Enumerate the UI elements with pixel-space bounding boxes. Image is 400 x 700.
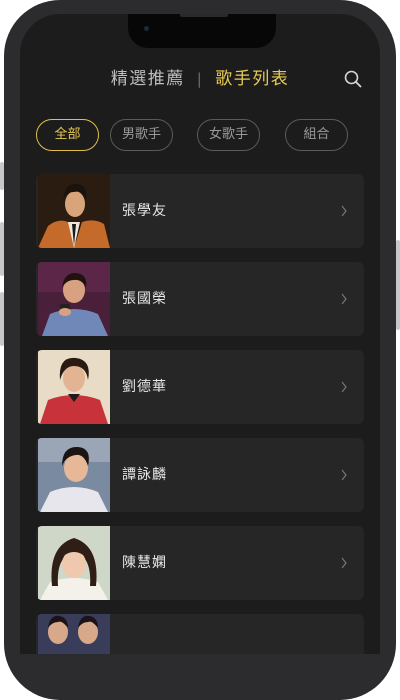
volume-up-button <box>0 222 4 276</box>
artist-name: 譚詠麟 <box>122 467 167 483</box>
artist-name: 劉德華 <box>122 379 167 395</box>
artist-photo <box>38 350 110 424</box>
artist-name: 陳慧嫻 <box>122 555 167 571</box>
artist-photo <box>38 174 110 248</box>
front-camera <box>144 26 149 31</box>
artist-row[interactable]: 張學友 <box>36 174 364 248</box>
artist-row[interactable]: 張國榮 <box>36 262 364 336</box>
chevron-right-icon <box>341 293 347 305</box>
notch <box>128 14 276 48</box>
filter-chips: 全部 男歌手 女歌手 組合 <box>36 119 366 151</box>
filter-group-chip[interactable]: 組合 <box>285 119 348 151</box>
power-button <box>396 240 400 330</box>
chevron-right-icon <box>341 381 347 393</box>
filter-all-chip[interactable]: 全部 <box>36 119 99 151</box>
tab-separator: | <box>196 70 204 88</box>
artist-row[interactable]: 譚詠麟 <box>36 438 364 512</box>
header-tabs: 精選推薦 | 歌手列表 <box>20 66 380 92</box>
tab-featured[interactable]: 精選推薦 <box>111 69 185 89</box>
filter-female-chip[interactable]: 女歌手 <box>197 119 260 151</box>
tab-singers[interactable]: 歌手列表 <box>215 69 289 89</box>
artist-photo <box>38 526 110 600</box>
artist-photo <box>38 262 110 336</box>
artist-name: 張國榮 <box>122 291 167 307</box>
search-icon[interactable] <box>344 70 362 88</box>
chevron-right-icon <box>341 557 347 569</box>
app-screen: 精選推薦 | 歌手列表 全部 男歌手 女歌手 組合 張學友 張國榮 劉德華 譚詠… <box>20 14 380 654</box>
top-header: 精選推薦 | 歌手列表 <box>20 66 380 92</box>
artist-row[interactable]: 陳慧嫻 <box>36 526 364 600</box>
volume-down-button <box>0 292 4 346</box>
chevron-right-icon <box>341 205 347 217</box>
artist-row[interactable]: 劉德華 <box>36 350 364 424</box>
artist-row[interactable] <box>36 614 364 654</box>
speaker <box>180 14 228 17</box>
artist-photo <box>38 614 110 654</box>
artist-photo <box>38 438 110 512</box>
filter-male-chip[interactable]: 男歌手 <box>110 119 173 151</box>
artist-name: 張學友 <box>122 203 167 219</box>
mute-switch <box>0 162 4 190</box>
chevron-right-icon <box>341 469 347 481</box>
